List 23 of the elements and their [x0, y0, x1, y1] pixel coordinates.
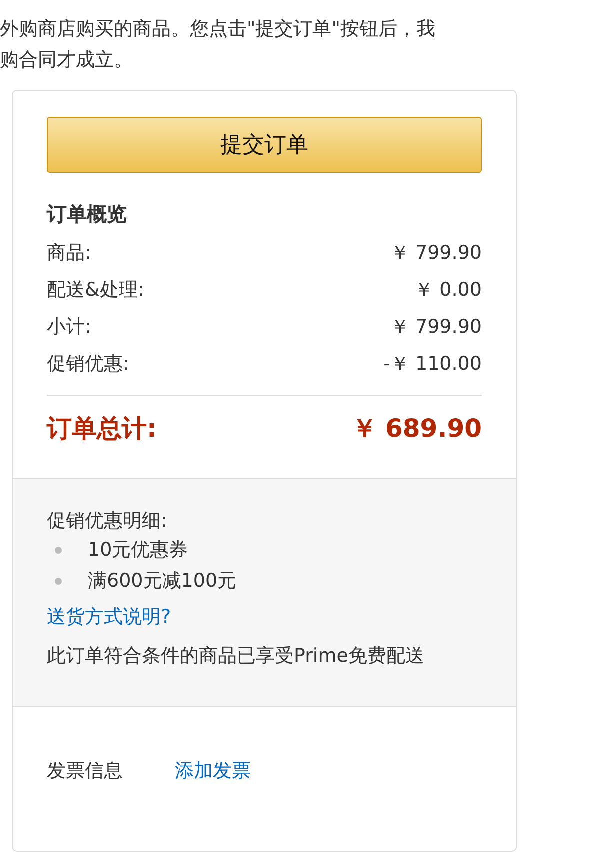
total-amount: ￥ 689.90: [352, 413, 482, 445]
row-amount: ￥ 0.00: [414, 278, 482, 304]
bullet-icon: [55, 578, 62, 585]
section-title: 订单概览: [47, 201, 128, 228]
total-label: 订单总计:: [47, 413, 157, 445]
row-amount: ￥ 799.90: [390, 241, 482, 266]
row-label: 促销优惠:: [47, 352, 130, 378]
bullet-icon: [55, 547, 62, 554]
prime-note: 此订单符合条件的商品已享受Prime免费配送: [47, 644, 426, 668]
intro-text: 外购商店购买的商品。您点击"提交订单"按钮后，我: [0, 17, 436, 42]
row-label: 商品:: [47, 241, 92, 266]
row-label: 配送&处理:: [47, 278, 144, 304]
promotion-item: 满600元减100元: [88, 569, 237, 594]
promotion-item: 10元优惠券: [88, 538, 188, 564]
row-amount: -￥ 110.00: [384, 352, 482, 378]
row-amount: ￥ 799.90: [390, 315, 482, 340]
submit-order-button[interactable]: 提交订单: [47, 117, 482, 173]
intro-text: 购合同才成立。: [0, 48, 134, 73]
add-invoice-link[interactable]: 添加发票: [175, 757, 251, 786]
invoice-label: 发票信息: [47, 759, 123, 784]
promotion-title: 促销优惠明细:: [47, 508, 168, 534]
shipping-info-link[interactable]: 送货方式说明?: [47, 606, 172, 628]
row-label: 小计:: [47, 315, 92, 340]
